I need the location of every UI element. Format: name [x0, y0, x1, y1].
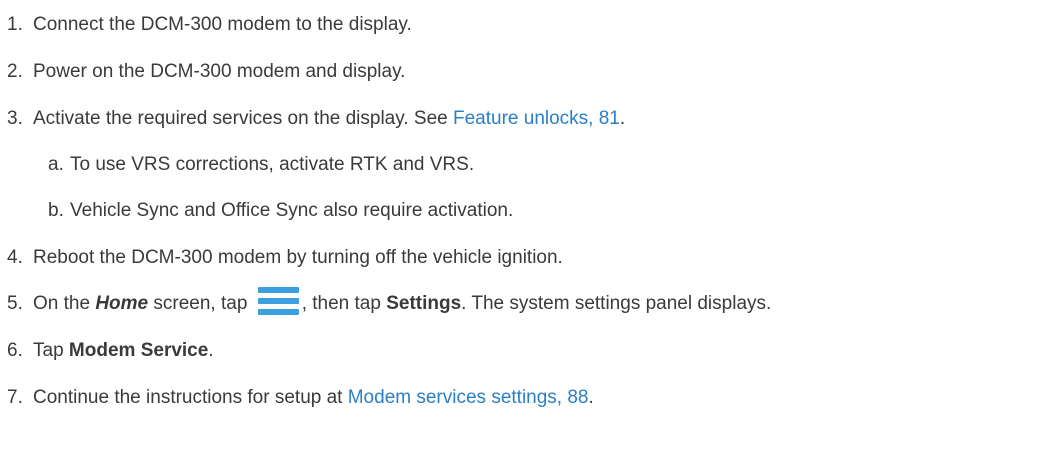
substep-letter: a. — [48, 154, 64, 175]
step-number: 1. — [7, 14, 23, 35]
home-screen-label: Home — [95, 293, 149, 314]
substep-letter: b. — [48, 200, 64, 221]
modem-service-label: Modem Service — [68, 340, 209, 361]
step-number: 7. — [7, 387, 23, 408]
step-1: 1. Connect the DCM-300 modem to the displ… — [7, 11, 412, 39]
instruction-list: 1. Connect the DCM-300 modem to the displ… — [0, 0, 1063, 458]
step-3b: b. Vehicle Sync and Office Sync also requ… — [48, 197, 513, 225]
step-text: On the — [33, 293, 96, 314]
step-punct: . — [208, 340, 214, 361]
step-text: Continue the instructions for setup at — [33, 387, 348, 408]
step-4: 4. Reboot the DCM-300 modem by turning of… — [7, 244, 563, 272]
step-3a: a. To use VRS corrections, activate RTK a… — [48, 151, 474, 179]
step-text: Power on the DCM-300 modem and display. — [33, 61, 406, 82]
step-number: 2. — [7, 61, 23, 82]
step-punct: . — [619, 108, 626, 129]
step-text: screen, tap — [148, 293, 253, 314]
feature-unlocks-link[interactable]: Feature unlocks, 81 — [453, 108, 620, 129]
step-text: To use VRS corrections, activate RTK and… — [70, 154, 475, 175]
step-text: Connect the DCM-300 modem to the display… — [33, 14, 412, 35]
step-7: 7. Continue the instructions for setup at… — [7, 384, 594, 412]
step-punct: . — [588, 387, 594, 408]
step-number: 5. — [7, 293, 23, 314]
step-number: 3. — [7, 108, 23, 129]
step-text: Vehicle Sync and Office Sync also requir… — [70, 200, 514, 221]
step-6: 6. Tap Modem Service. — [7, 337, 214, 365]
menu-icon — [257, 287, 299, 315]
step-number: 4. — [7, 247, 23, 268]
step-3: 3. Activate the required services on the … — [7, 105, 625, 133]
step-5: 5. On the Home screen, tap , then tap Set… — [7, 287, 771, 315]
step-number: 6. — [7, 340, 23, 361]
step-text: Tap — [33, 340, 69, 361]
modem-services-settings-link[interactable]: Modem services settings, 88 — [348, 387, 589, 408]
settings-label: Settings — [386, 293, 462, 314]
step-text: Reboot the DCM-300 modem by turning off … — [33, 247, 563, 268]
step-text: Activate the required services on the di… — [33, 108, 453, 129]
step-text: . The system settings panel displays. — [461, 293, 772, 314]
step-2: 2. Power on the DCM-300 modem and display… — [7, 58, 405, 86]
step-text: , then tap — [301, 293, 387, 314]
